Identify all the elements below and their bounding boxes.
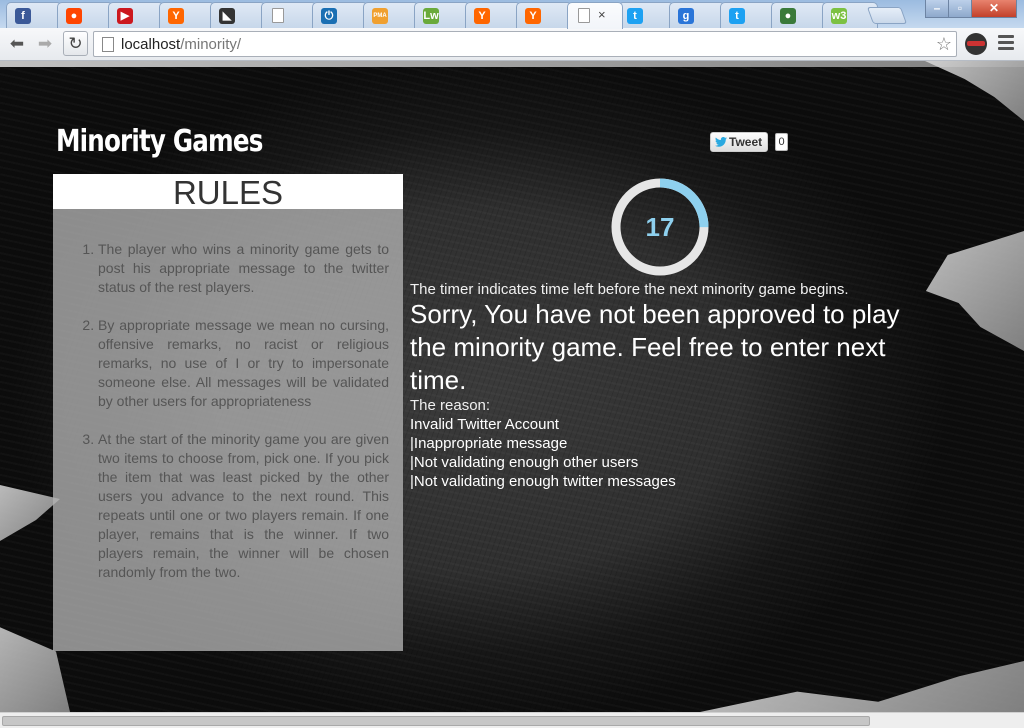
browser-tab[interactable]: Y bbox=[465, 2, 521, 28]
youtube-icon: ▶ bbox=[117, 8, 133, 24]
browser-toolbar: ⬅ ➡ ↻ localhost/minority/ ☆ bbox=[0, 28, 1024, 61]
address-bar[interactable]: localhost/minority/ ☆ bbox=[93, 31, 957, 57]
browser-tab[interactable]: ▶ bbox=[108, 2, 164, 28]
browser-tab[interactable]: × bbox=[567, 2, 623, 29]
rule-item: The player who wins a minority game gets… bbox=[98, 240, 389, 297]
forward-button[interactable]: ➡ bbox=[33, 32, 57, 56]
browser-tab[interactable]: ● bbox=[771, 2, 827, 28]
browser-tab[interactable]: f bbox=[6, 2, 62, 28]
rules-heading: RULES bbox=[53, 174, 403, 211]
green-circle-icon: ● bbox=[780, 8, 796, 24]
reason-item: Invalid Twitter Account bbox=[410, 416, 559, 433]
browser-tab[interactable]: Y bbox=[516, 2, 572, 28]
browser-tab[interactable]: PMA bbox=[363, 2, 419, 28]
site-title: Minority Games bbox=[56, 124, 263, 159]
torn-edge-top bbox=[0, 61, 1024, 67]
phpmyadmin-icon: PMA bbox=[372, 8, 388, 24]
tweet-label: Tweet bbox=[729, 135, 763, 149]
reload-button[interactable]: ↻ bbox=[63, 31, 88, 56]
hacker-news-icon: Y bbox=[168, 8, 184, 24]
twitter-icon: t bbox=[729, 8, 745, 24]
browser-tab[interactable]: g bbox=[669, 2, 725, 28]
browser-tab[interactable] bbox=[261, 2, 317, 28]
browser-tab[interactable]: Lw bbox=[414, 2, 470, 28]
maximize-button[interactable]: ▫ bbox=[948, 0, 972, 18]
arrow-left-icon: ⬅ bbox=[9, 34, 25, 53]
browser-tab[interactable]: ● bbox=[57, 2, 113, 28]
tweet-count: 0 bbox=[775, 133, 788, 151]
chrome-menu-icon[interactable] bbox=[998, 35, 1014, 53]
facebook-icon: f bbox=[15, 8, 31, 24]
hacker-news-icon: Y bbox=[525, 8, 541, 24]
twitter-bird-icon bbox=[715, 137, 727, 147]
close-window-button[interactable]: ✕ bbox=[971, 0, 1017, 18]
page-viewport: Minority Games RULES The player who wins… bbox=[0, 61, 1024, 712]
browser-tab[interactable]: t bbox=[618, 2, 674, 28]
browser-tab[interactable]: ◣ bbox=[210, 2, 266, 28]
reason-item: |Not validating enough twitter messages bbox=[410, 473, 676, 490]
minimize-button[interactable]: – bbox=[925, 0, 949, 18]
w3-icon: w3 bbox=[831, 8, 847, 24]
browser-tab[interactable]: t bbox=[720, 2, 776, 28]
power-icon: ⏻ bbox=[321, 8, 337, 24]
reload-icon: ↻ bbox=[68, 34, 83, 53]
tab-strip: f ● ▶ Y ◣ ⏻ PMA Lw Y Y × t g t ● w3 – ▫ ✕ bbox=[0, 0, 1024, 29]
bookmark-star-icon[interactable]: ☆ bbox=[936, 34, 952, 55]
url-text[interactable]: localhost/minority/ bbox=[121, 36, 241, 53]
countdown-timer: 17 bbox=[609, 176, 711, 278]
hacker-news-icon: Y bbox=[474, 8, 490, 24]
browser-tab[interactable]: Y bbox=[159, 2, 215, 28]
scrollbar-thumb[interactable] bbox=[2, 716, 870, 726]
app-icon: ◣ bbox=[219, 8, 235, 24]
rules-list: The player who wins a minority game gets… bbox=[53, 240, 403, 582]
horizontal-scrollbar[interactable] bbox=[0, 712, 1024, 728]
tweet-button[interactable]: Tweet bbox=[710, 132, 768, 152]
reason-title: The reason: bbox=[410, 397, 491, 414]
reddit-icon: ● bbox=[66, 8, 82, 24]
rejection-message: Sorry, You have not been approved to pla… bbox=[410, 299, 900, 395]
page-icon bbox=[102, 37, 114, 52]
browser-tab[interactable]: ⏻ bbox=[312, 2, 368, 28]
reason-list: Invalid Twitter Account |Inappropriate m… bbox=[410, 415, 676, 491]
blank-page-icon bbox=[578, 8, 590, 23]
rule-item: By appropriate message we mean no cursin… bbox=[98, 316, 389, 411]
extension-mask-icon[interactable] bbox=[965, 33, 987, 55]
timer-note: The timer indicates time left before the… bbox=[410, 281, 849, 298]
arrow-right-icon: ➡ bbox=[37, 34, 53, 53]
back-button[interactable]: ⬅ bbox=[5, 32, 29, 56]
rules-panel: RULES The player who wins a minority gam… bbox=[53, 174, 403, 651]
timer-value: 17 bbox=[645, 212, 675, 242]
lw-icon: Lw bbox=[423, 8, 439, 24]
close-tab-icon[interactable]: × bbox=[598, 7, 606, 23]
google-plus-icon: g bbox=[678, 8, 694, 24]
blank-page-icon bbox=[272, 8, 284, 23]
rule-item: At the start of the minority game you ar… bbox=[98, 430, 389, 582]
reason-item: |Not validating enough other users bbox=[410, 454, 639, 471]
reason-item: |Inappropriate message bbox=[410, 435, 568, 452]
new-tab-button[interactable] bbox=[866, 7, 908, 24]
twitter-icon: t bbox=[627, 8, 643, 24]
